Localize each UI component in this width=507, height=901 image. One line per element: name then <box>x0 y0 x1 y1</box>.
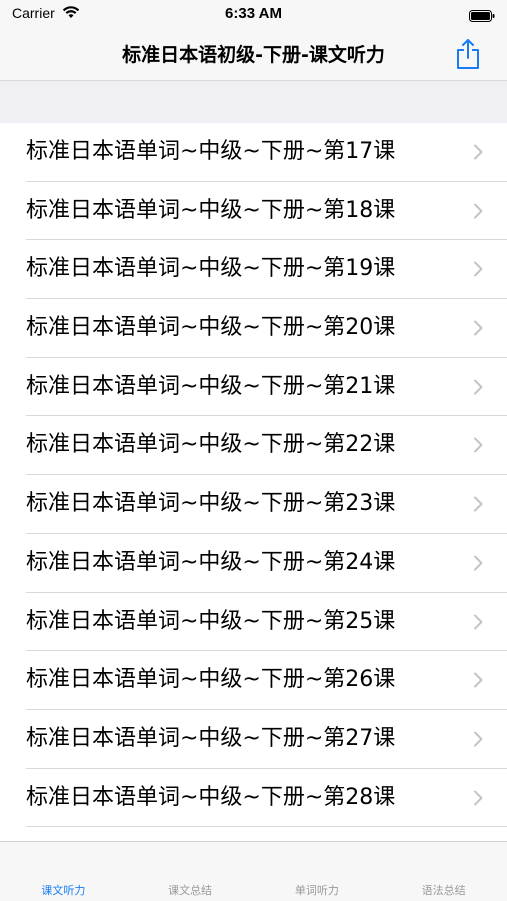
list-item-label: 标准日本语单词~中级~下册~第27课 <box>26 725 396 751</box>
list-item[interactable]: 标准日本语单词~中级~下册~第20课 <box>26 299 507 358</box>
list-item-label: 标准日本语单词~中级~下册~第28课 <box>26 784 396 810</box>
share-button[interactable] <box>453 36 483 72</box>
chevron-right-icon <box>474 672 483 688</box>
chevron-right-icon <box>474 379 483 395</box>
list-item[interactable]: 标准日本语单词~中级~下册~第26课 <box>26 651 507 710</box>
list-item[interactable]: 标准日本语单词~中级~下册~第27课 <box>26 710 507 769</box>
tab-text-summary[interactable]: 课文总结 <box>127 842 254 901</box>
status-bar: Carrier 6:33 AM <box>0 0 507 28</box>
page-title: 标准日本语初级-下册-课文听力 <box>122 44 385 66</box>
chevron-right-icon <box>474 320 483 336</box>
chevron-right-icon <box>474 144 483 160</box>
list-item[interactable]: 标准日本语单词~中级~下册~第17课 <box>26 123 507 182</box>
tab-grammar-summary[interactable]: 语法总结 <box>380 842 507 901</box>
chevron-right-icon <box>474 614 483 629</box>
chevron-right-icon <box>474 496 483 512</box>
list-item[interactable]: 标准日本语单词~中级~下册~第19课 <box>26 240 507 300</box>
list-item[interactable]: 标准日本语单词~中级~下册~第18课 <box>26 182 507 241</box>
list-item[interactable]: 标准日本语单词~中级~下册~第24课 <box>26 534 507 593</box>
tab-label: 单词听力 <box>294 884 339 897</box>
tab-word-listening[interactable]: 单词听力 <box>254 842 381 901</box>
lesson-list: 标准日本语单词~中级~下册~第17课 标准日本语单词~中级~下册~第18课 标准… <box>0 123 507 828</box>
chevron-right-icon <box>474 261 483 277</box>
share-icon <box>457 39 479 69</box>
chevron-right-icon <box>474 790 483 806</box>
list-item-label: 标准日本语单词~中级~下册~第25课 <box>26 608 396 634</box>
list-item[interactable]: 标准日本语单词~中级~下册~第21课 <box>26 358 507 417</box>
chevron-right-icon <box>474 731 483 747</box>
list-item-label: 标准日本语单词~中级~下册~第18课 <box>26 197 396 223</box>
battery-icon <box>469 7 495 22</box>
tab-label: 课文总结 <box>168 884 213 897</box>
chevron-right-icon <box>474 437 483 453</box>
list-item[interactable]: 标准日本语单词~中级~下册~第22课 <box>26 416 507 476</box>
list-item-label: 标准日本语单词~中级~下册~第17课 <box>26 139 396 164</box>
list-item-label: 标准日本语单词~中级~下册~第20课 <box>26 315 396 341</box>
navigation-bar: 标准日本语初级-下册-课文听力 <box>0 28 507 81</box>
list-item-label: 标准日本语单词~中级~下册~第22课 <box>26 432 396 458</box>
list-item[interactable]: 标准日本语单词~中级~下册~第25课 <box>26 593 507 652</box>
section-header-spacer <box>0 81 507 123</box>
list-item-label: 标准日本语单词~中级~下册~第23课 <box>26 491 396 517</box>
tab-label: 课文听力 <box>41 884 86 897</box>
list-item-label: 标准日本语单词~中级~下册~第24课 <box>26 549 396 575</box>
clock: 6:33 AM <box>225 5 282 22</box>
chevron-right-icon <box>474 555 483 571</box>
list-item[interactable]: 标准日本语单词~中级~下册~第28课 <box>26 769 507 828</box>
chevron-right-icon <box>474 203 483 219</box>
list-item[interactable]: 标准日本语单词~中级~下册~第23课 <box>26 475 507 534</box>
list-item-label: 标准日本语单词~中级~下册~第21课 <box>26 373 396 399</box>
list-item-label: 标准日本语单词~中级~下册~第19课 <box>26 256 396 282</box>
tab-bar: 课文听力 课文总结 单词听力 语法总结 <box>0 841 507 901</box>
tab-label: 语法总结 <box>421 884 466 897</box>
tab-text-listening[interactable]: 课文听力 <box>0 842 127 901</box>
list-item-label: 标准日本语单词~中级~下册~第26课 <box>26 667 396 693</box>
